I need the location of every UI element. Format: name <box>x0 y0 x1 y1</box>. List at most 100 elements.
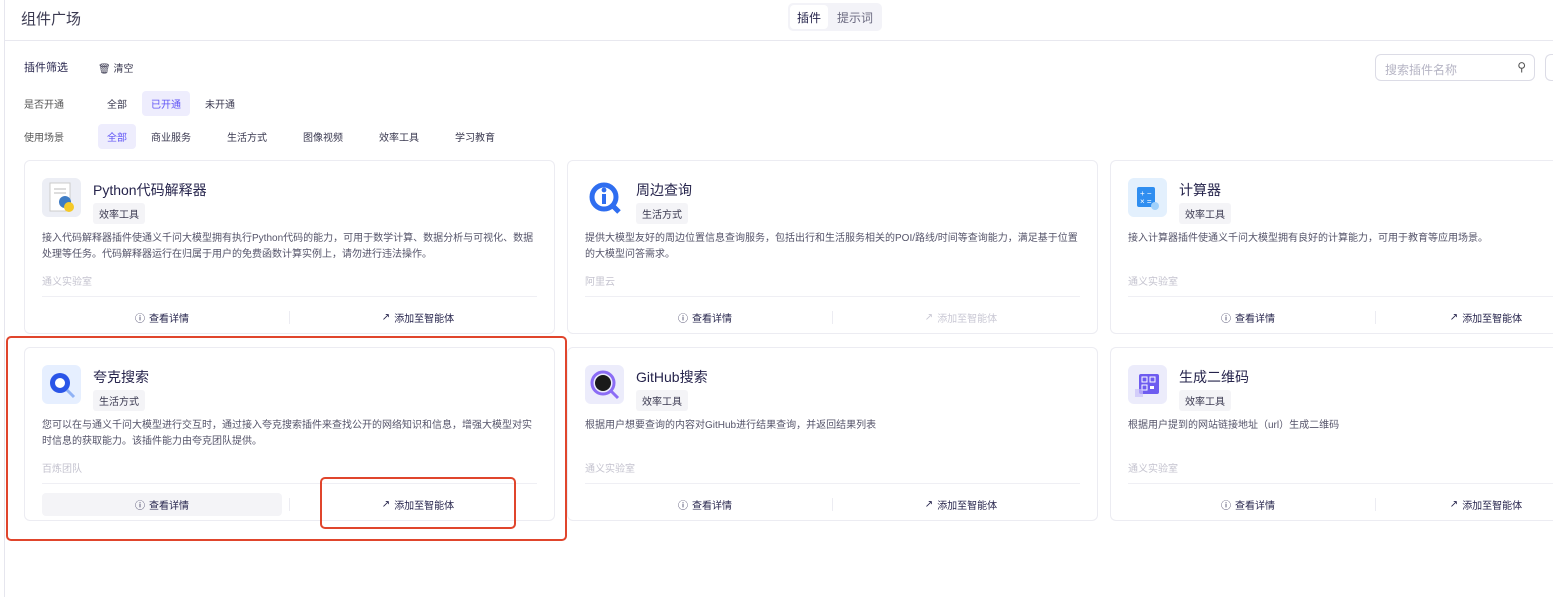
plugin-tag: 生活方式 <box>636 203 688 224</box>
add-to-agent-button[interactable]: ↗ 添加至智能体 <box>841 306 1081 329</box>
search-input[interactable]: 搜索插件名称 ⚲ <box>1375 54 1535 81</box>
scene-option-all[interactable]: 全部 <box>98 124 136 149</box>
view-details-button[interactable]: ⓘ 查看详情 <box>585 493 825 516</box>
plugin-tag: 效率工具 <box>636 390 688 411</box>
divider <box>585 296 1080 297</box>
add-to-agent-button[interactable]: ↗ 添加至智能体 <box>841 493 1081 516</box>
scene-option-lifestyle[interactable]: 生活方式 <box>218 124 276 149</box>
scene-filter-label: 使用场景 <box>24 133 64 144</box>
button-separator <box>1375 311 1376 324</box>
scene-option-business[interactable]: 商业服务 <box>142 124 200 149</box>
button-separator <box>832 498 833 511</box>
plugin-title: GitHub搜索 <box>636 369 708 385</box>
plugin-tag: 效率工具 <box>1179 390 1231 411</box>
plugin-description: 根据用户想要查询的内容对GitHub进行结果查询，并返回结果列表 <box>585 420 877 431</box>
add-to-agent-button[interactable]: ↗ 添加至智能体 <box>1426 493 1546 516</box>
page-title: 组件广场 <box>21 11 82 28</box>
view-details-button[interactable]: ⓘ 查看详情 <box>1128 306 1368 329</box>
search-placeholder: 搜索插件名称 <box>1385 63 1458 77</box>
add-to-agent-button[interactable]: ↗ 添加至智能体 <box>1426 306 1546 329</box>
plugin-description: 提供大模型友好的周边位置信息查询服务，包括出行和生活服务相关的POI/路线/时间… <box>585 233 1078 260</box>
plugin-provider: 通义实验室 <box>42 277 92 288</box>
plugin-card[interactable]: Python代码解释器 效率工具 接入代码解释器插件使通义千问大模型拥有执行Py… <box>24 160 555 334</box>
location-info-icon <box>585 178 624 217</box>
plugin-title: Python代码解释器 <box>93 182 207 198</box>
info-icon: ⓘ <box>1221 501 1231 512</box>
button-separator <box>289 311 290 324</box>
plugin-description: 根据用户提到的网站链接地址（url）生成二维码 <box>1128 420 1340 431</box>
status-filter: 是否开通 全部 已开通 未开通 <box>24 91 250 116</box>
qr-code-icon <box>1128 365 1167 404</box>
svg-text:× =: × = <box>1140 197 1152 206</box>
tab-prompts[interactable]: 提示词 <box>830 5 880 29</box>
plugin-card[interactable]: 周边查询 生活方式 提供大模型友好的周边位置信息查询服务，包括出行和生活服务相关… <box>567 160 1098 334</box>
status-option-all[interactable]: 全部 <box>98 91 136 116</box>
arrow-up-right-icon: ↗ <box>1449 499 1459 510</box>
plugin-tag: 效率工具 <box>93 203 145 224</box>
view-details-button[interactable]: ⓘ 查看详情 <box>585 306 825 329</box>
view-details-button[interactable]: ⓘ 查看详情 <box>42 306 282 329</box>
info-icon: ⓘ <box>1221 314 1231 325</box>
trash-icon: 🗑 <box>98 63 111 75</box>
divider <box>585 483 1080 484</box>
plugin-description: 接入代码解释器插件使通义千问大模型拥有执行Python代码的能力，可用于数学计算… <box>42 233 534 260</box>
add-to-agent-button[interactable]: ↗ 添加至智能体 <box>298 306 538 329</box>
filter-title: 插件筛选 <box>24 62 68 74</box>
info-icon: ⓘ <box>678 501 688 512</box>
plugin-title: 生成二维码 <box>1179 369 1249 385</box>
clear-label: 清空 <box>113 63 134 75</box>
calculator-icon: + − × = <box>1128 178 1167 217</box>
add-to-agent-label: 添加至智能体 <box>1462 501 1523 512</box>
status-option-disabled[interactable]: 未开通 <box>196 91 244 116</box>
plugin-provider: 阿里云 <box>585 277 615 288</box>
add-to-agent-label: 添加至智能体 <box>937 501 998 512</box>
arrow-up-right-icon: ↗ <box>381 312 391 323</box>
header: 组件广场 插件 提示词 <box>5 0 1553 41</box>
github-search-icon <box>585 365 624 404</box>
filter-header: 插件筛选 🗑 清空 <box>24 59 133 75</box>
plugin-card[interactable]: + − × = 计算器 效率工具 接入计算器插件使通义千问大模型拥有良好的计算能力… <box>1110 160 1553 334</box>
tab-plugins[interactable]: 插件 <box>790 5 829 29</box>
button-separator <box>1375 498 1376 511</box>
scene-option-image-video[interactable]: 图像视频 <box>294 124 352 149</box>
divider <box>42 296 537 297</box>
plugin-card[interactable]: 生成二维码 效率工具 根据用户提到的网站链接地址（url）生成二维码 通义实验室… <box>1110 347 1553 521</box>
view-details-label: 查看详情 <box>149 314 189 325</box>
view-details-button[interactable]: ⓘ 查看详情 <box>1128 493 1368 516</box>
scene-option-education[interactable]: 学习教育 <box>446 124 504 149</box>
type-switch: 插件 提示词 <box>788 3 883 31</box>
add-to-agent-label: 添加至智能体 <box>1462 314 1523 325</box>
divider <box>1128 483 1553 484</box>
button-separator <box>832 311 833 324</box>
arrow-up-right-icon: ↗ <box>924 312 934 323</box>
plugin-description: 接入计算器插件使通义千问大模型拥有良好的计算能力，可用于教育等应用场景。 <box>1128 233 1488 244</box>
plugin-title: 计算器 <box>1179 182 1221 198</box>
add-to-agent-label: 添加至智能体 <box>394 314 455 325</box>
plugin-provider: 通义实验室 <box>585 464 635 475</box>
plugin-tag: 效率工具 <box>1179 203 1231 224</box>
plugin-card[interactable]: GitHub搜索 效率工具 根据用户想要查询的内容对GitHub进行结果查询，并… <box>567 347 1098 521</box>
status-option-enabled[interactable]: 已开通 <box>142 91 190 116</box>
clear-filter-button[interactable]: 🗑 清空 <box>98 60 133 75</box>
arrow-up-right-icon: ↗ <box>1449 312 1459 323</box>
add-to-agent-label: 添加至智能体 <box>937 314 998 325</box>
status-filter-label: 是否开通 <box>24 100 64 111</box>
search-icon[interactable]: ⚲ <box>1517 60 1526 74</box>
view-details-label: 查看详情 <box>1235 314 1275 325</box>
scene-filter: 使用场景 全部 商业服务 生活方式 图像视频 效率工具 学习教育 <box>24 124 510 149</box>
info-icon: ⓘ <box>678 314 688 325</box>
python-icon <box>42 178 81 217</box>
left-border <box>4 0 5 597</box>
extra-button[interactable] <box>1545 54 1553 81</box>
plugin-title: 周边查询 <box>636 182 692 198</box>
highlight-box-add-button <box>320 477 516 529</box>
view-details-label: 查看详情 <box>1235 501 1275 512</box>
view-details-label: 查看详情 <box>692 501 732 512</box>
scene-option-efficiency[interactable]: 效率工具 <box>370 124 428 149</box>
view-details-label: 查看详情 <box>692 314 732 325</box>
plugin-provider: 通义实验室 <box>1128 464 1178 475</box>
arrow-up-right-icon: ↗ <box>924 499 934 510</box>
info-icon: ⓘ <box>135 314 145 325</box>
plugin-provider: 通义实验室 <box>1128 277 1178 288</box>
divider <box>1128 296 1553 297</box>
